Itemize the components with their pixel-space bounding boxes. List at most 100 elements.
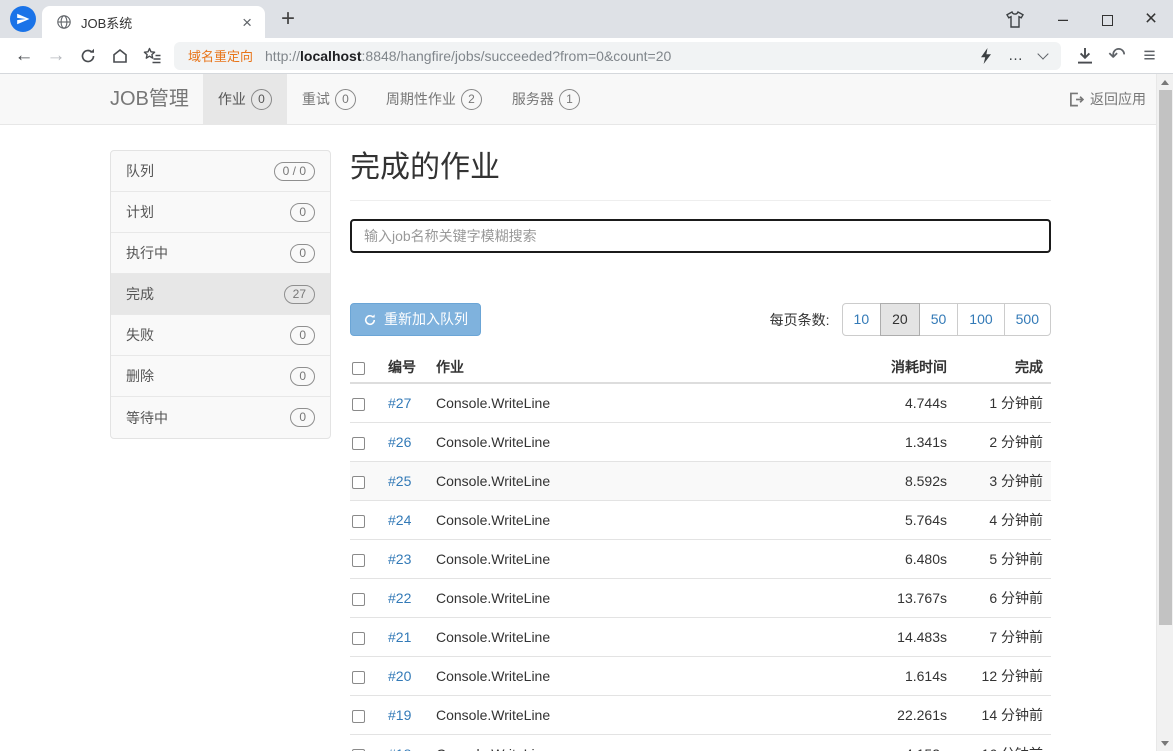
table-header-row: 编号 作业 消耗时间 完成 (350, 353, 1051, 384)
per-page-label: 每页条数: (769, 311, 830, 328)
job-name: Console.WriteLine (428, 461, 845, 501)
job-id-link[interactable]: #23 (388, 551, 411, 567)
row-checkbox[interactable] (352, 397, 365, 411)
sidebar-item-failed[interactable]: 失败 0 (111, 315, 330, 356)
header-finished: 完成 (955, 353, 1051, 384)
requeue-button[interactable]: 重新加入队列 (350, 303, 481, 336)
sidebar-item-awaiting[interactable]: 等待中 0 (111, 397, 330, 438)
sidebar-item-succeeded[interactable]: 完成 27 (111, 274, 330, 315)
forward-icon[interactable]: → (40, 46, 72, 65)
brand[interactable]: JOB管理 (110, 74, 203, 124)
per-page-20[interactable]: 20 (880, 303, 920, 336)
job-name: Console.WriteLine (428, 734, 845, 751)
sidebar-item-deleted[interactable]: 删除 0 (111, 356, 330, 397)
maximize-button[interactable] (1085, 0, 1129, 38)
row-checkbox[interactable] (352, 670, 365, 684)
job-duration: 1.341s (845, 422, 955, 462)
row-checkbox[interactable] (352, 553, 365, 567)
globe-icon (56, 14, 72, 30)
header-duration: 消耗时间 (845, 353, 955, 384)
sidebar-item-queues[interactable]: 队列 0 / 0 (111, 151, 330, 192)
nav-recurring[interactable]: 周期性作业 2 (371, 74, 497, 124)
scrollbar[interactable] (1156, 74, 1173, 751)
maximize-icon (1101, 14, 1113, 26)
page-title: 完成的作业 (350, 151, 500, 184)
per-page-100[interactable]: 100 (957, 303, 1005, 336)
requeue-button-label: 重新加入队列 (384, 311, 468, 327)
sidebar-item-label: 等待中 (126, 409, 168, 426)
job-name: Console.WriteLine (428, 695, 845, 735)
back-to-app-link[interactable]: 返回应用 (1059, 74, 1156, 124)
sidebar-item-badge: 0 (290, 325, 315, 345)
row-checkbox[interactable] (352, 592, 365, 606)
sidebar-item-label: 执行中 (126, 245, 168, 261)
job-id-link[interactable]: #18 (388, 746, 411, 751)
redirect-badge[interactable]: 域名重定向 (188, 46, 253, 65)
scrollbar-thumb[interactable] (1159, 90, 1172, 625)
nav-jobs[interactable]: 作业 0 (202, 74, 287, 124)
refresh-icon[interactable] (72, 47, 104, 65)
job-duration: 14.483s (845, 617, 955, 657)
minimize-button[interactable]: – (1041, 0, 1085, 38)
url-path: :8848/hangfire/jobs/succeeded?from=0&cou… (361, 47, 672, 64)
job-id-link[interactable]: #26 (388, 434, 411, 450)
scroll-up-arrow[interactable] (1157, 74, 1173, 90)
job-id-link[interactable]: #25 (388, 473, 411, 489)
sidebar-item-badge: 0 (290, 202, 315, 222)
job-name: Console.WriteLine (428, 578, 845, 618)
per-page-10[interactable]: 10 (841, 303, 882, 336)
header-job: 作业 (428, 353, 845, 384)
new-tab-button[interactable]: + (281, 7, 295, 31)
row-checkbox[interactable] (352, 436, 365, 450)
job-duration: 13.767s (845, 578, 955, 618)
bolt-icon[interactable] (980, 47, 992, 64)
browser-logo-icon[interactable] (10, 6, 36, 32)
job-id-link[interactable]: #20 (388, 668, 411, 684)
chevron-down-icon[interactable] (1037, 47, 1049, 60)
sidebar-item-label: 队列 (126, 163, 154, 179)
per-page-50[interactable]: 50 (918, 303, 959, 336)
sidebar-item-badge: 0 / 0 (273, 161, 315, 181)
row-checkbox[interactable] (352, 514, 365, 528)
tab-close-icon[interactable]: × (237, 14, 257, 31)
address-bar[interactable]: 域名重定向 http://localhost:8848/hangfire/job… (174, 41, 1061, 70)
sidebar-item-processing[interactable]: 执行中 0 (111, 233, 330, 274)
job-id-link[interactable]: #24 (388, 512, 411, 528)
job-id-link[interactable]: #19 (388, 707, 411, 723)
job-id-link[interactable]: #27 (388, 395, 411, 411)
browser-tab[interactable]: JOB系统 × (42, 6, 265, 38)
menu-icon[interactable]: ≡ (1133, 45, 1165, 66)
table-row: #19 Console.WriteLine 22.261s 14 分钟前 (350, 695, 1051, 735)
table-row: #24 Console.WriteLine 5.764s 4 分钟前 (350, 500, 1051, 540)
back-icon[interactable]: ← (8, 46, 40, 65)
job-finished: 16 分钟前 (955, 734, 1051, 751)
row-checkbox[interactable] (352, 709, 365, 723)
search-input[interactable] (350, 219, 1051, 253)
home-icon[interactable] (104, 47, 136, 65)
url-text[interactable]: http://localhost:8848/hangfire/jobs/succ… (265, 48, 964, 64)
row-checkbox[interactable] (352, 631, 365, 645)
table-row: #18 Console.WriteLine 4.152s 16 分钟前 (350, 734, 1051, 751)
favorites-icon[interactable] (136, 47, 168, 64)
job-id-link[interactable]: #22 (388, 590, 411, 606)
logout-icon (1070, 92, 1084, 106)
scroll-down-arrow[interactable] (1157, 735, 1173, 751)
theme-icon[interactable] (1005, 10, 1025, 29)
nav-retries[interactable]: 重试 0 (287, 74, 371, 124)
per-page-500[interactable]: 500 (1003, 303, 1051, 336)
sidebar-item-scheduled[interactable]: 计划 0 (111, 192, 330, 233)
nav-retries-count: 0 (334, 88, 356, 110)
select-all-checkbox[interactable] (352, 361, 365, 375)
nav-servers[interactable]: 服务器 1 (497, 74, 595, 124)
sidebar: 队列 0 / 0 计划 0 执行中 0 完成 27 失败 0 删除 0 等待中 … (110, 150, 331, 439)
job-duration: 8.592s (845, 461, 955, 501)
job-id-link[interactable]: #21 (388, 629, 411, 645)
undo-icon[interactable]: ↶ (1101, 45, 1133, 66)
main-panel: 完成的作业 重新加入队列 每页条数: 10 20 50 (350, 125, 1051, 751)
job-finished: 4 分钟前 (955, 500, 1051, 540)
row-checkbox[interactable] (352, 475, 365, 489)
download-icon[interactable] (1069, 46, 1101, 65)
more-icon[interactable]: … (1008, 48, 1023, 63)
job-duration: 4.152s (845, 734, 955, 751)
close-button[interactable]: × (1129, 0, 1173, 38)
